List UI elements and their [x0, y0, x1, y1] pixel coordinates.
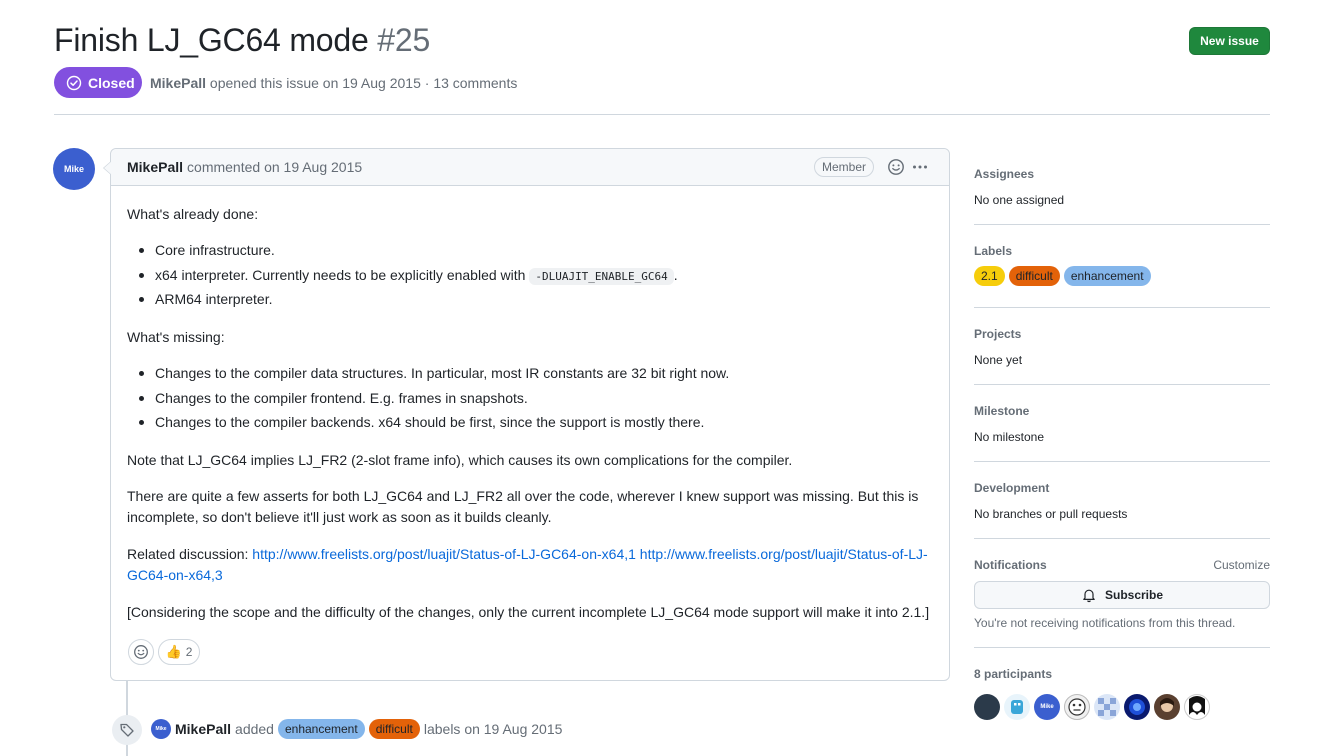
- related-label: Related discussion:: [127, 546, 249, 562]
- list-item: ARM64 interpreter.: [127, 289, 678, 314]
- tag-icon: [112, 715, 142, 745]
- event-author-link[interactable]: MikePall: [175, 721, 231, 737]
- participant-avatar[interactable]: Mike: [1034, 694, 1060, 720]
- subscribe-label: Subscribe: [1104, 588, 1164, 602]
- sidebar-heading: Development: [974, 481, 1050, 495]
- label-enhancement[interactable]: enhancement: [277, 719, 365, 739]
- issue-title: Finish LJ_GC64 mode #25: [54, 20, 430, 60]
- done-heading: What's already done:: [127, 206, 259, 222]
- participant-avatar[interactable]: [1154, 694, 1180, 720]
- comment-box: MikePall commented on 19 Aug 2015 Member…: [103, 148, 950, 681]
- issue-title-text: Finish LJ_GC64 mode: [54, 22, 369, 58]
- event-action: added: [235, 721, 274, 737]
- participant-avatar[interactable]: [1004, 694, 1030, 720]
- sidebar-labels[interactable]: Labels 2.1 difficult enhancement: [974, 244, 1270, 286]
- participant-avatar[interactable]: [974, 694, 1000, 720]
- avatar-text: Mike: [1040, 704, 1054, 710]
- event-suffix: labels on 19 Aug 2015: [423, 721, 563, 737]
- participant-avatar[interactable]: [1094, 694, 1120, 720]
- subscribe-note: You're not receiving notifications from …: [974, 616, 1236, 630]
- done-list: Core infrastructure. x64 interpreter. Cu…: [127, 240, 678, 314]
- issue-number: #25: [377, 22, 431, 58]
- participant-avatar[interactable]: [1124, 694, 1150, 720]
- label-event: MikePall added enhancement difficult lab…: [175, 719, 562, 739]
- sidebar-assignees[interactable]: Assignees No one assigned: [974, 167, 1270, 207]
- sidebar-value: No milestone: [974, 430, 1045, 444]
- list-item: Changes to the compiler data structures.…: [127, 363, 729, 388]
- discussion-link-1[interactable]: http://www.freelists.org/post/luajit/Sta…: [252, 546, 636, 562]
- sidebar-value: No branches or pull requests: [974, 507, 1128, 521]
- label-difficult[interactable]: difficult: [368, 719, 420, 739]
- thumbs-up-icon: 👍: [165, 644, 182, 659]
- label-2-1[interactable]: 2.1: [974, 266, 1005, 286]
- sidebar-heading: Assignees: [974, 167, 1035, 181]
- smiley-icon: [134, 645, 148, 659]
- comment-author-link[interactable]: MikePall: [127, 159, 183, 175]
- inline-code: -DLUAJIT_ENABLE_GC64: [529, 267, 674, 285]
- sidebar-heading: 8 participants: [974, 667, 1053, 681]
- comment-header: MikePall commented on 19 Aug 2015 Member: [111, 149, 949, 186]
- bell-icon: [1083, 589, 1095, 603]
- sidebar-divider: [974, 224, 1270, 225]
- avatar[interactable]: Mike: [151, 719, 171, 739]
- smiley-icon[interactable]: [887, 158, 905, 176]
- thumbs-up-reaction[interactable]: 👍 2: [158, 639, 200, 665]
- avatar-text: Mike: [155, 726, 167, 732]
- issue-meta-text: opened this issue on 19 Aug 2015 · 13 co…: [209, 75, 518, 91]
- sidebar-divider: [974, 538, 1270, 539]
- sidebar-notifications: Notifications Customize: [974, 558, 1270, 572]
- issue-state-label: Closed: [88, 74, 135, 91]
- issue-author-link[interactable]: MikePall: [150, 75, 206, 91]
- sidebar-projects[interactable]: Projects None yet: [974, 327, 1270, 367]
- asserts-paragraph: There are quite a few asserts for both L…: [127, 488, 919, 525]
- sidebar-divider: [974, 647, 1270, 648]
- add-reaction-button[interactable]: [128, 639, 154, 665]
- sidebar-heading: Projects: [974, 327, 1022, 341]
- list-item: Changes to the compiler backends. x64 sh…: [127, 412, 729, 437]
- comment-meta[interactable]: commented on 19 Aug 2015: [187, 159, 362, 175]
- note-paragraph: Note that LJ_GC64 implies LJ_FR2 (2-slot…: [127, 452, 793, 468]
- sidebar-value: None yet: [974, 353, 1023, 367]
- list-item: Core infrastructure.: [127, 240, 678, 265]
- avatar-text: Mike: [63, 164, 84, 174]
- new-issue-button[interactable]: New issue: [1189, 27, 1270, 55]
- related-paragraph: Related discussion: http://www.freelists…: [127, 544, 935, 586]
- missing-list: Changes to the compiler data structures.…: [127, 363, 729, 437]
- kebab-menu-icon[interactable]: [911, 158, 929, 176]
- sidebar-participants: 8 participants: [974, 667, 1270, 681]
- sidebar-value: No one assigned: [974, 193, 1065, 207]
- issue-meta: MikePall opened this issue on 19 Aug 201…: [150, 75, 517, 91]
- customize-link[interactable]: Customize: [1213, 558, 1270, 572]
- avatar[interactable]: Mike: [53, 148, 95, 190]
- label-list: 2.1 difficult enhancement: [974, 266, 1270, 286]
- sidebar-milestone[interactable]: Milestone No milestone: [974, 404, 1270, 444]
- list-item: Changes to the compiler frontend. E.g. f…: [127, 388, 729, 413]
- sidebar-divider: [974, 307, 1270, 308]
- sidebar-divider: [974, 461, 1270, 462]
- sidebar-heading: Labels: [974, 244, 1013, 258]
- sidebar-divider: [974, 384, 1270, 385]
- reaction-count: 2: [185, 645, 193, 659]
- issue-state-badge: Closed: [54, 67, 142, 98]
- list-item-text: x64 interpreter. Currently needs to be e…: [155, 266, 526, 283]
- member-badge: Member: [814, 157, 875, 177]
- subscribe-button[interactable]: Subscribe: [974, 581, 1270, 609]
- label-difficult[interactable]: difficult: [1008, 266, 1060, 286]
- sidebar-heading: Milestone: [974, 404, 1030, 418]
- scope-paragraph: [Considering the scope and the difficult…: [127, 604, 930, 620]
- sidebar-development[interactable]: Development No branches or pull requests: [974, 481, 1270, 521]
- participant-avatar[interactable]: [1064, 694, 1090, 720]
- check-circle-icon: [66, 75, 82, 90]
- missing-heading: What's missing:: [127, 329, 225, 345]
- list-item-suffix: .: [673, 266, 678, 283]
- header-divider: [54, 114, 1270, 115]
- participant-avatar[interactable]: [1184, 694, 1210, 720]
- label-enhancement[interactable]: enhancement: [1063, 266, 1151, 286]
- list-item: x64 interpreter. Currently needs to be e…: [127, 265, 678, 290]
